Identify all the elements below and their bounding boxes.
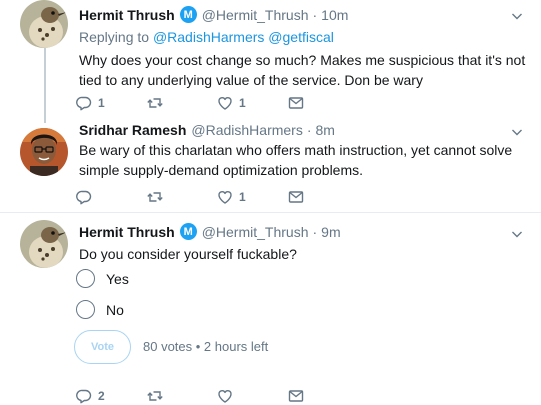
chevron-down-icon[interactable] — [511, 10, 523, 22]
person-avatar-image — [20, 128, 68, 176]
chevron-down-icon[interactable] — [511, 228, 523, 240]
tweet-text: Why does your cost change so much? Makes… — [79, 52, 526, 88]
timestamp[interactable]: 9m — [321, 224, 340, 240]
reply-button[interactable] — [76, 187, 98, 207]
like-count: 1 — [239, 96, 246, 110]
retweet-icon — [147, 388, 163, 404]
poll-option-yes[interactable]: Yes — [76, 269, 129, 288]
replying-prefix: Replying to — [79, 29, 150, 45]
heart-icon — [217, 95, 233, 111]
reply-count: 1 — [98, 96, 105, 110]
reply-button[interactable]: 2 — [76, 386, 105, 405]
heart-icon — [217, 189, 233, 205]
direct-message-button[interactable] — [288, 187, 304, 207]
radio-button[interactable] — [76, 300, 95, 319]
avatar[interactable] — [20, 0, 68, 48]
reply-icon — [76, 189, 92, 205]
timestamp[interactable]: 8m — [316, 122, 335, 138]
direct-message-button[interactable] — [288, 93, 304, 113]
like-button[interactable] — [217, 386, 239, 405]
bird-avatar-image — [20, 0, 68, 48]
envelope-icon — [288, 95, 304, 111]
thread-line — [44, 45, 46, 123]
retweet-button[interactable] — [147, 93, 169, 113]
reply-button[interactable]: 1 — [76, 93, 105, 113]
envelope-icon — [288, 388, 304, 404]
user-handle[interactable]: @Hermit_Thrush — [202, 7, 309, 23]
poll-option-no[interactable]: No — [76, 300, 124, 319]
display-name[interactable]: Sridhar Ramesh — [79, 122, 186, 138]
heart-icon — [217, 388, 233, 404]
retweet-button[interactable] — [147, 187, 169, 207]
tweet-3[interactable]: Hermit Thrush M @Hermit_Thrush · 9m Do y… — [0, 212, 541, 405]
separator: · — [312, 223, 318, 240]
display-name[interactable]: Hermit Thrush — [79, 7, 175, 23]
verified-badge-icon: M — [179, 223, 197, 240]
retweet-button[interactable] — [147, 386, 169, 405]
retweet-icon — [147, 189, 163, 205]
tweet-header: Hermit Thrush M @Hermit_Thrush · 9m — [79, 223, 341, 240]
tweet-1[interactable]: Hermit Thrush M @Hermit_Thrush · 10m Rep… — [0, 0, 541, 123]
tweet-text: Do you consider yourself fuckable? — [79, 246, 297, 262]
vote-button[interactable]: Vote — [74, 330, 131, 364]
separator: · — [312, 6, 318, 23]
direct-message-button[interactable] — [288, 386, 304, 405]
separator: · — [306, 122, 312, 138]
reply-icon — [76, 388, 92, 404]
tweet-text: Be wary of this charlatan who offers mat… — [79, 142, 513, 178]
verified-badge-icon: M — [179, 6, 197, 23]
bird-avatar-image — [20, 220, 68, 268]
tweet-actions: 1 1 — [76, 93, 376, 113]
avatar[interactable] — [20, 128, 68, 176]
poll-option-label: Yes — [106, 270, 129, 287]
radio-button[interactable] — [76, 269, 95, 288]
chevron-down-icon[interactable] — [511, 126, 523, 138]
like-button[interactable]: 1 — [217, 187, 246, 207]
envelope-icon — [288, 189, 304, 205]
replying-to-link[interactable]: @RadishHarmers @getfiscal — [153, 29, 334, 45]
user-handle[interactable]: @RadishHarmers — [191, 122, 302, 138]
replying-to: Replying to @RadishHarmers @getfiscal — [79, 29, 334, 45]
avatar[interactable] — [20, 220, 68, 268]
tweet-header: Sridhar Ramesh @RadishHarmers · 8m — [79, 122, 335, 138]
like-button[interactable]: 1 — [217, 93, 246, 113]
reply-count: 2 — [98, 389, 105, 403]
like-count: 1 — [239, 190, 246, 204]
tweet-2[interactable]: Sridhar Ramesh @RadishHarmers · 8m Be wa… — [0, 118, 541, 212]
user-handle[interactable]: @Hermit_Thrush — [202, 224, 309, 240]
tweet-actions: 1 — [76, 187, 376, 207]
reply-icon — [76, 95, 92, 111]
poll-option-label: No — [106, 301, 124, 318]
poll-meta: 80 votes • 2 hours left — [143, 339, 269, 354]
retweet-icon — [147, 95, 163, 111]
tweet-actions: 2 — [76, 386, 376, 405]
tweet-header: Hermit Thrush M @Hermit_Thrush · 10m — [79, 6, 348, 23]
display-name[interactable]: Hermit Thrush — [79, 224, 175, 240]
timestamp[interactable]: 10m — [321, 7, 348, 23]
